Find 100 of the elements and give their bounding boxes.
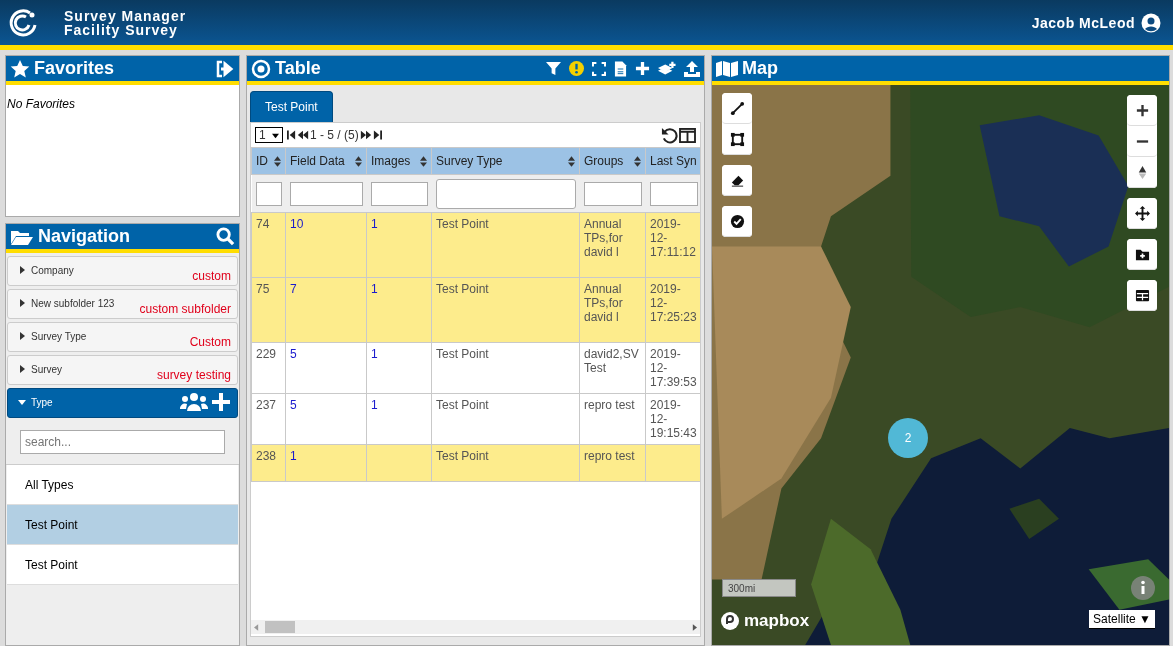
scroll-thumb[interactable] xyxy=(265,621,295,633)
columns-icon[interactable] xyxy=(679,127,696,143)
column-header[interactable]: ID xyxy=(251,147,286,175)
table-cell: 75 xyxy=(256,282,270,296)
count-link[interactable]: 1 xyxy=(371,398,378,412)
upload-icon[interactable] xyxy=(684,60,700,77)
panel-title: Favorites xyxy=(34,58,116,79)
table-cell: 74 xyxy=(256,217,270,231)
layers-plus-icon[interactable] xyxy=(658,60,676,77)
app-subtitle: Facility Survey xyxy=(64,22,178,37)
column-header[interactable]: Last Syn xyxy=(645,147,700,175)
filter-field[interactable] xyxy=(583,181,642,206)
caret-down-icon xyxy=(18,398,26,406)
plus-icon[interactable] xyxy=(635,61,650,76)
table-cell: 2019-12- 17:39:53 xyxy=(650,347,697,389)
logo-icon xyxy=(8,7,38,38)
folder-item[interactable]: Survey survey testing xyxy=(7,355,238,385)
style-select[interactable]: Satellite ▼ xyxy=(1089,610,1155,629)
table-cell: 2019-12- 17:25:23 xyxy=(650,282,697,324)
horizontal-scrollbar[interactable] xyxy=(251,620,700,634)
star-icon xyxy=(10,58,30,79)
folder-value: custom subfolder xyxy=(139,302,231,316)
undo-icon[interactable] xyxy=(661,126,678,144)
table-row[interactable]: 75 7 1 Test Point Annual TPs,for david l 2019-12- 17:25:23 xyxy=(251,277,700,343)
folder-value: survey testing xyxy=(156,368,231,382)
line-tool-icon[interactable] xyxy=(729,100,745,116)
app-title: Survey Manager xyxy=(64,8,187,23)
filter-field[interactable] xyxy=(370,181,428,206)
first-page-icon[interactable] xyxy=(287,130,296,140)
column-header[interactable]: Groups xyxy=(579,147,646,175)
page-range: 1 - 5 / (5) xyxy=(310,128,359,142)
table-cell: Annual TPs,for david l xyxy=(584,282,623,324)
table-row[interactable]: 74 10 1 Test Point Annual TPs,for david l 2019-12- 17:11:12 xyxy=(251,212,700,278)
sort-icon xyxy=(274,155,281,167)
zoom-in-icon[interactable] xyxy=(1134,102,1150,118)
search-icon[interactable] xyxy=(216,227,235,246)
table-cell: 2019-12- 17:11:12 xyxy=(650,217,696,259)
filter-field[interactable] xyxy=(649,181,698,206)
scroll-right-icon xyxy=(692,623,697,631)
check-circle-icon[interactable] xyxy=(729,213,745,229)
table-cell: Test Point xyxy=(436,449,489,463)
users-icon[interactable] xyxy=(180,392,208,412)
folder-item[interactable]: Survey Type Custom xyxy=(7,322,238,352)
mapbox-logo[interactable]: mapbox xyxy=(744,611,810,631)
count-link[interactable]: 5 xyxy=(290,398,297,412)
sign-in-icon[interactable] xyxy=(215,59,235,78)
polygon-tool-icon[interactable] xyxy=(729,131,745,147)
count-link[interactable]: 1 xyxy=(290,449,297,463)
info-icon[interactable] xyxy=(1131,576,1155,600)
empty-message: No Favorites xyxy=(7,97,76,111)
column-header[interactable]: Images xyxy=(366,147,432,175)
count-link[interactable]: 10 xyxy=(290,217,304,231)
previous-page-icon[interactable] xyxy=(297,130,309,140)
column-header[interactable]: Field Data xyxy=(285,147,367,175)
caret-down-icon xyxy=(272,131,279,139)
list-item[interactable]: Test Point xyxy=(7,545,238,585)
table-cell: Annual TPs,for david l xyxy=(584,217,623,259)
folder-item[interactable]: Company custom xyxy=(7,256,238,286)
count-link[interactable]: 5 xyxy=(290,347,297,361)
tab[interactable]: Test Point xyxy=(250,91,333,122)
filter-field[interactable] xyxy=(435,178,576,209)
column-header[interactable]: Survey Type xyxy=(431,147,580,175)
caret-right-icon xyxy=(18,332,26,340)
user-icon[interactable] xyxy=(1141,12,1161,33)
count-link[interactable]: 1 xyxy=(371,347,378,361)
warning-icon[interactable] xyxy=(569,61,584,76)
target-icon xyxy=(251,58,271,79)
panel-title: Navigation xyxy=(38,226,131,247)
count-link[interactable]: 7 xyxy=(290,282,297,296)
folder-item[interactable]: Type xyxy=(7,388,238,418)
table-row[interactable]: 238 1 Test Point repro test xyxy=(251,444,700,482)
list-item[interactable]: Test Point xyxy=(7,505,238,545)
filter-icon[interactable] xyxy=(546,61,561,76)
sort-icon xyxy=(420,155,427,167)
map-icon xyxy=(716,59,738,78)
folder-item[interactable]: New subfolder 123 custom subfolder xyxy=(7,289,238,319)
search-field[interactable]: search... xyxy=(20,430,225,454)
table-cell: 229 xyxy=(256,347,277,361)
page-select[interactable]: 1 xyxy=(255,127,283,143)
table-cell: david2,SV Test xyxy=(584,347,639,375)
expand-icon[interactable] xyxy=(592,61,606,76)
filter-field[interactable] xyxy=(255,181,282,206)
panel-title: Map xyxy=(742,58,779,79)
table-row[interactable]: 237 5 1 Test Point repro test 2019-12- 19:15:43 xyxy=(251,393,700,445)
table-cell: Test Point xyxy=(436,398,489,412)
user-name[interactable]: Jacob McLeod xyxy=(1031,14,1135,31)
document-icon[interactable] xyxy=(614,60,627,77)
table-row[interactable]: 229 5 1 Test Point david2,SV Test 2019-12- 17:39:53 xyxy=(251,342,700,394)
plus-icon[interactable] xyxy=(211,392,231,412)
move-icon[interactable] xyxy=(1134,205,1150,221)
list-item[interactable]: All Types xyxy=(7,465,238,505)
count-link[interactable]: 1 xyxy=(371,282,378,296)
table-cell: repro test xyxy=(584,449,635,463)
last-page-icon[interactable] xyxy=(372,130,382,140)
table-cell: 2019-12- 19:15:43 xyxy=(650,398,697,440)
filter-field[interactable] xyxy=(289,181,363,206)
table-icon[interactable] xyxy=(1134,287,1150,303)
folder-value: Custom xyxy=(189,335,231,349)
count-link[interactable]: 1 xyxy=(371,217,378,231)
table-cell: Test Point xyxy=(436,347,489,361)
